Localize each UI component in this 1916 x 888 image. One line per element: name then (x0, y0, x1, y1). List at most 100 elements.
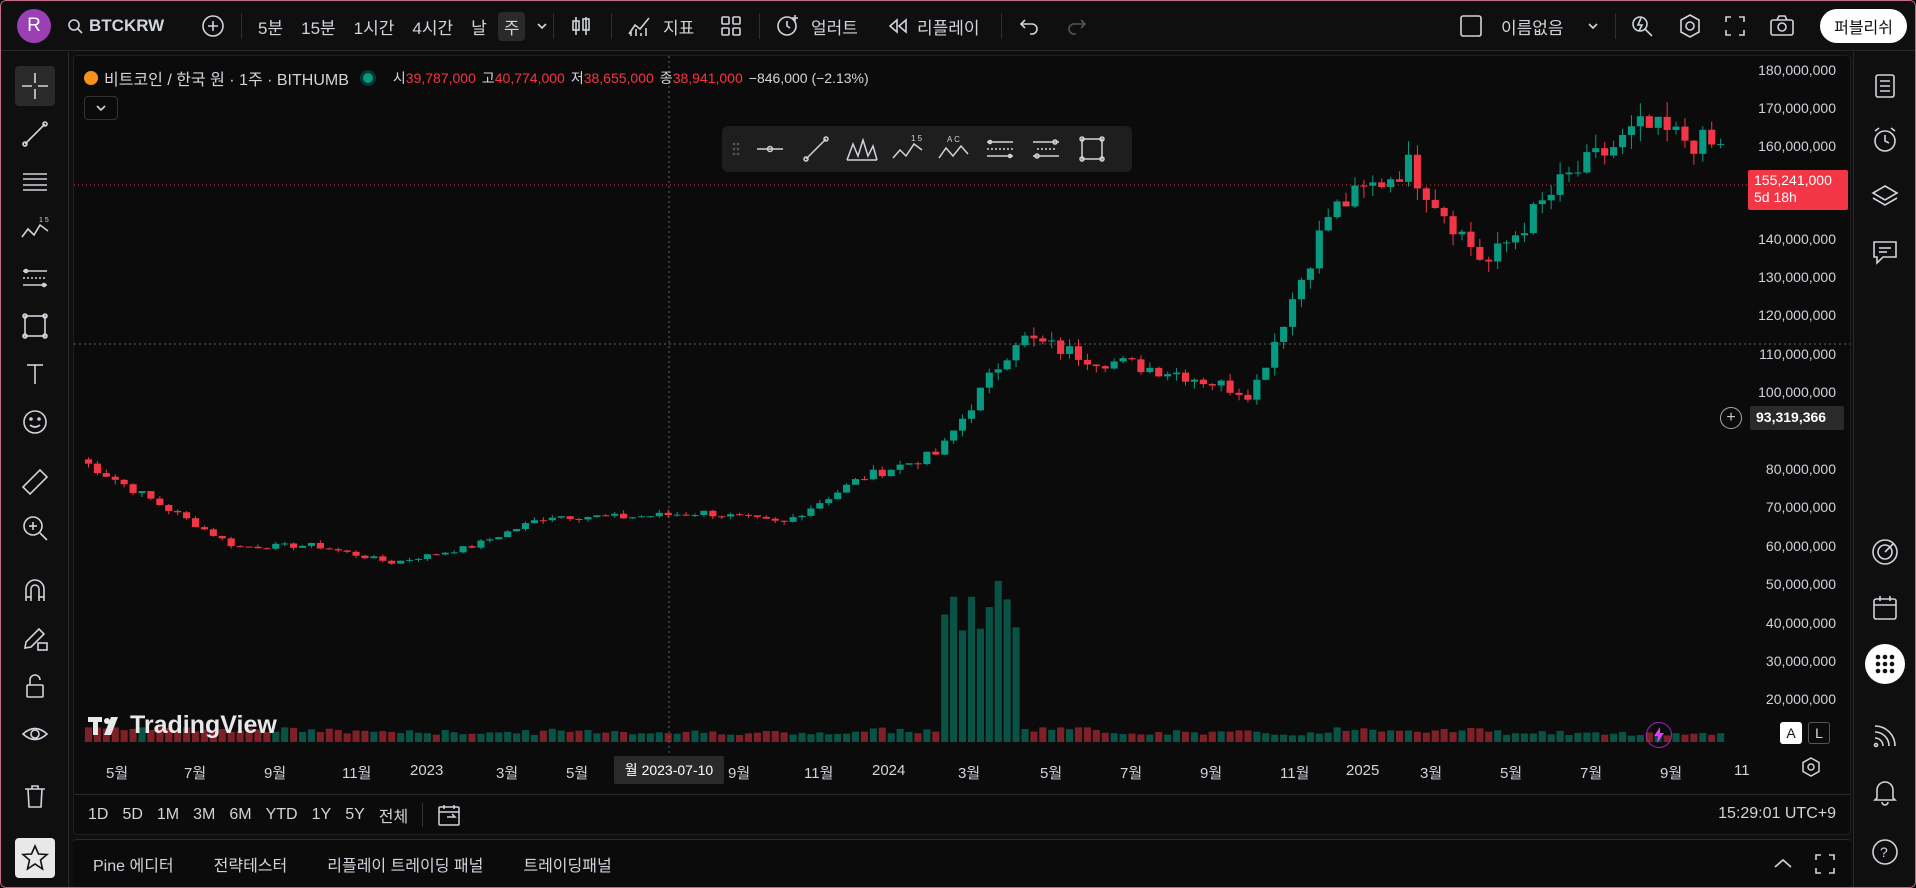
rectangle-quick-tool[interactable] (1072, 129, 1112, 169)
help-button[interactable]: ? (1865, 832, 1905, 872)
date-range-tool[interactable] (1026, 129, 1066, 169)
tab-strategy-tester[interactable]: 전략테스터 (214, 852, 288, 876)
magnet-tool[interactable] (15, 570, 55, 610)
calendar-button[interactable] (1865, 588, 1905, 628)
chart-pane[interactable]: 비트코인 / 한국 원 · 1주 · BITHUMB 시39,787,000 고… (73, 55, 1851, 835)
measure-tool[interactable] (15, 462, 55, 502)
alert-button[interactable]: 얼러트 (775, 10, 858, 42)
pitchfork-icon (846, 137, 878, 161)
log-scale-button[interactable]: L (1808, 722, 1830, 744)
snapshot-button[interactable] (1769, 10, 1795, 42)
interval-5m[interactable]: 5분 (255, 14, 286, 39)
volume-bar (851, 731, 860, 742)
templates-button[interactable] (719, 10, 743, 42)
stream-button[interactable] (1865, 716, 1905, 756)
fullscreen-button[interactable] (1723, 10, 1747, 42)
elliott-wave-tool[interactable]: 1 5 (888, 129, 928, 169)
hide-tool[interactable] (15, 714, 55, 754)
notifications-button[interactable] (1865, 772, 1905, 812)
pitchfork-tool[interactable] (842, 129, 882, 169)
undo-button[interactable] (1017, 10, 1041, 42)
legend-collapse-button[interactable] (84, 96, 118, 120)
pattern-tool[interactable]: 1 5 (15, 210, 55, 250)
layout-selector[interactable]: 이름없음 (1459, 10, 1600, 42)
volume-bar (709, 731, 717, 742)
trendline-quick-tool[interactable] (796, 129, 836, 169)
abc-pattern-icon: A C (938, 135, 969, 159)
volume-bar (673, 733, 681, 742)
maximize-panel-button[interactable] (1813, 852, 1837, 881)
forecast-tool[interactable] (15, 258, 55, 298)
range-ytd[interactable]: YTD (266, 806, 298, 824)
price-range-tool[interactable] (980, 129, 1020, 169)
shape-tool[interactable] (15, 306, 55, 346)
chart-type-button[interactable] (569, 10, 593, 42)
tradingview-logo[interactable]: TradingView (88, 711, 277, 740)
lightning-icon[interactable] (1646, 722, 1672, 748)
interval-4h[interactable]: 4시간 (409, 14, 456, 39)
settings-button[interactable] (1677, 10, 1703, 42)
abc-pattern-tool[interactable]: A C (934, 129, 974, 169)
tab-trading-panel[interactable]: 트레이딩패널 (523, 852, 611, 876)
clock-timezone[interactable]: 15:29:01 UTC+9 (1718, 805, 1836, 823)
range-1d[interactable]: 1D (88, 806, 108, 824)
user-avatar[interactable]: R (17, 9, 51, 43)
range-5y[interactable]: 5Y (345, 806, 365, 824)
fib-tool[interactable] (15, 162, 55, 202)
tab-pine-editor[interactable]: Pine 에디터 (93, 852, 174, 876)
calendar-icon (1873, 596, 1897, 620)
compare-button[interactable] (201, 10, 225, 42)
interval-1w[interactable]: 주 (497, 11, 526, 41)
volume-bar (762, 730, 770, 742)
redo-button[interactable] (1065, 10, 1089, 42)
replay-button[interactable]: 리플레이 (887, 10, 980, 42)
range-1y[interactable]: 1Y (312, 806, 332, 824)
indicators-button[interactable]: 지표 (627, 10, 694, 42)
add-alert-plus-icon[interactable]: + (1720, 407, 1742, 429)
publish-button[interactable]: 퍼블리쉬 (1820, 9, 1907, 43)
crosshair-tool[interactable] (15, 66, 55, 106)
lock-all-tool[interactable] (15, 666, 55, 706)
interval-15m[interactable]: 15분 (298, 14, 339, 39)
market-status-icon (362, 73, 373, 83)
data-window-button[interactable] (1865, 176, 1905, 216)
remove-tool[interactable] (15, 776, 55, 816)
axis-settings-button[interactable] (1800, 756, 1822, 783)
horizontal-ray-tool[interactable] (750, 129, 790, 169)
chevron-down-icon[interactable] (535, 19, 549, 33)
camera-icon (1770, 15, 1794, 36)
trendline-tool[interactable] (15, 114, 55, 154)
watchlist-button[interactable] (1865, 66, 1905, 106)
alerts-button[interactable] (1865, 120, 1905, 160)
interval-1h[interactable]: 1시간 (351, 14, 398, 39)
ideas-button[interactable] (1865, 532, 1905, 572)
symbol-search[interactable]: BTCKRW (67, 10, 164, 42)
drag-handle[interactable] (728, 129, 744, 169)
products-button[interactable] (1865, 644, 1905, 684)
collapse-panel-button[interactable] (1771, 852, 1795, 881)
range-all[interactable]: 전체 (379, 803, 408, 827)
interval-1d[interactable]: 날 (468, 14, 490, 39)
candle (1690, 139, 1698, 165)
favorites-tool[interactable] (15, 838, 55, 878)
candle (459, 546, 467, 554)
auto-scale-button[interactable]: A (1780, 722, 1802, 744)
quick-search-button[interactable] (1629, 10, 1655, 42)
candle (1092, 364, 1100, 373)
volume-bar (914, 733, 922, 742)
volume-bar (1119, 734, 1127, 742)
volume-bar (397, 733, 405, 742)
lock-drawing-tool[interactable] (15, 618, 55, 658)
goto-date-button[interactable] (437, 803, 463, 827)
range-6m[interactable]: 6M (229, 806, 251, 824)
emoji-tool[interactable] (15, 402, 55, 442)
range-5d[interactable]: 5D (122, 806, 142, 824)
chats-button[interactable] (1865, 232, 1905, 272)
text-tool[interactable] (15, 354, 55, 394)
range-1m[interactable]: 1M (157, 806, 179, 824)
zoom-tool[interactable] (15, 508, 55, 548)
range-3m[interactable]: 3M (193, 806, 215, 824)
y-tick: 160,000,000 (1758, 138, 1836, 154)
tab-replay-trading[interactable]: 리플레이 트레이딩 패널 (327, 852, 483, 876)
bitcoin-icon (84, 71, 98, 85)
